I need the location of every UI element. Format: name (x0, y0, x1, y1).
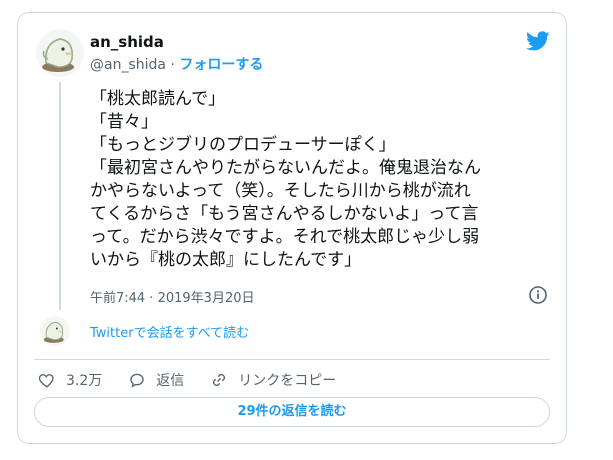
author-name[interactable]: an_shida (90, 33, 164, 51)
tweet-line: って。だから渋々ですよ。それで桃太郎じゃ少し弱 (90, 227, 480, 247)
tweet-line: 「もっとジブリのプロデューサーぽく」 (90, 135, 396, 155)
avatar[interactable] (36, 29, 84, 77)
divider (34, 359, 550, 360)
copy-link-label: リンクをコピー (238, 373, 337, 389)
tweet-line: かやらないよって（笑）。そしたら川から桃が流れ (90, 181, 471, 201)
tweet-card: an_shida @an_shida · フォローする 「桃太郎読んで」 「昔々… (17, 12, 567, 444)
reply-label: 返信 (156, 373, 185, 389)
action-bar: 3.2万 返信 リンクをコピー (38, 369, 362, 391)
follow-button[interactable]: フォローする (179, 57, 263, 73)
reply-button[interactable]: 返信 (128, 370, 184, 390)
link-icon (213, 374, 226, 386)
reply-icon (130, 373, 144, 388)
tweet-line: てくるからさ「もう宮さんやるしかないよ」って言 (90, 204, 479, 224)
heart-icon (38, 374, 54, 388)
tweet-line: 「昔々」 (90, 112, 158, 132)
tweet-text: 「桃太郎読んで」 「昔々」 「もっとジブリのプロデューサーぽく」 「最初宮さんや… (90, 88, 550, 272)
info-icon[interactable] (528, 285, 548, 305)
read-conversation-link[interactable]: Twitterで会話をすべて読む (90, 322, 249, 341)
tweet-line: 「桃太郎読んで」 (90, 89, 226, 109)
like-button[interactable]: 3.2万 (38, 370, 102, 390)
read-replies-button[interactable]: 29件の返信を読む (34, 397, 550, 427)
tweet-timestamp[interactable]: 午前7:44 · 2019年3月20日 (90, 287, 255, 306)
avatar-small[interactable] (40, 316, 70, 346)
twitter-bird-icon[interactable] (526, 29, 550, 53)
tweet-line: いから『桃の太郎』にしたんです」 (90, 250, 362, 270)
separator: · (170, 57, 175, 73)
author-handle[interactable]: @an_shida (90, 57, 166, 73)
copy-link-button[interactable]: リンクをコピー (210, 370, 336, 390)
tweet-line: 「最初宮さんやりたがらないんだよ。俺鬼退治なん (90, 158, 481, 178)
author-handle-row: @an_shida · フォローする (90, 54, 263, 74)
like-count: 3.2万 (66, 373, 103, 389)
thread-line (59, 82, 61, 310)
